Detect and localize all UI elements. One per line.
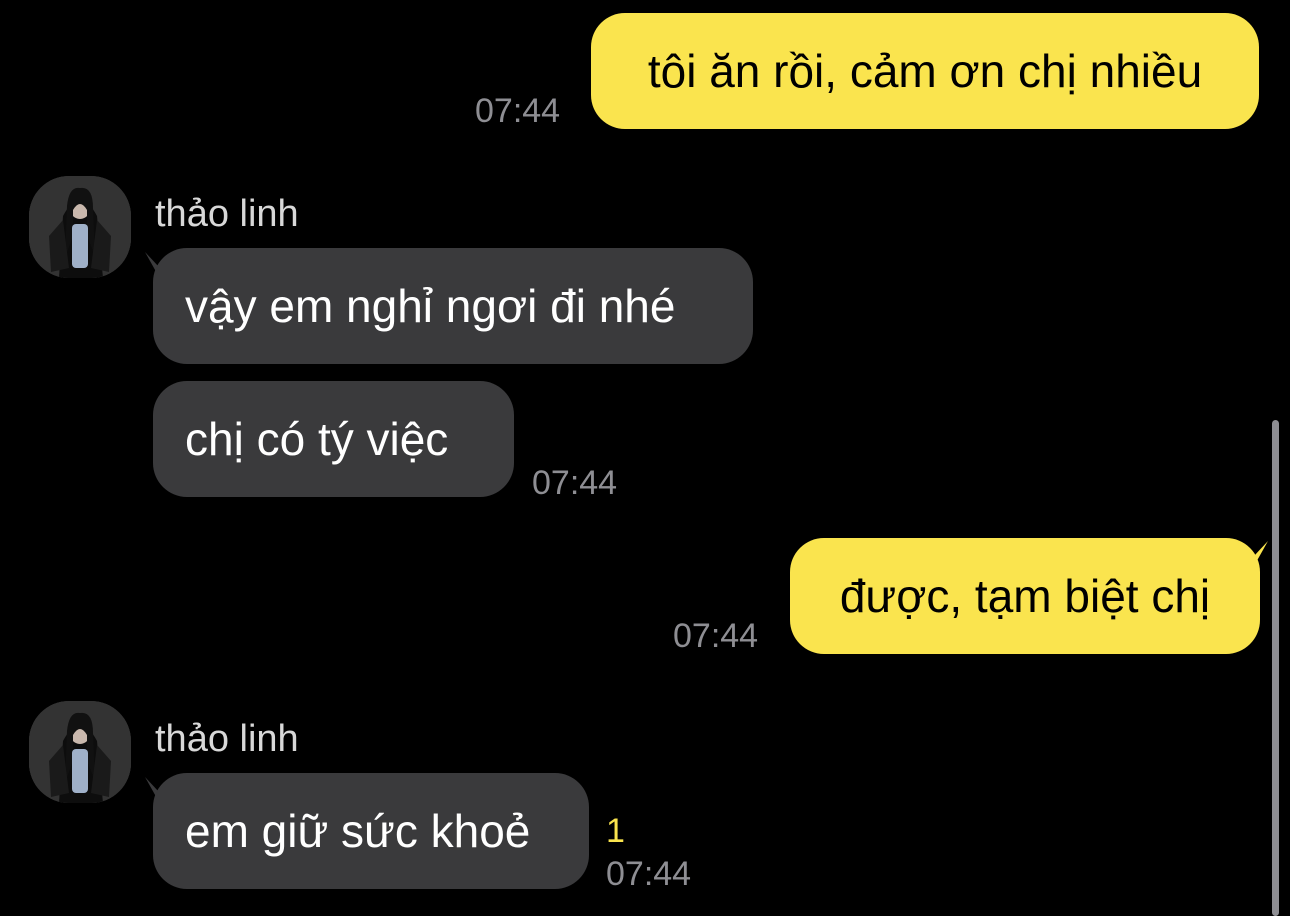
message-timestamp: 07:44: [606, 855, 692, 893]
received-message-bubble[interactable]: vậy em nghỉ ngơi đi nhé: [153, 248, 753, 364]
contact-avatar[interactable]: [29, 176, 131, 278]
avatar-photo-icon: [29, 176, 131, 278]
received-message-bubble[interactable]: chị có tý việc: [153, 381, 514, 497]
message-timestamp: 07:44: [673, 617, 759, 655]
chat-scrollbar[interactable]: [1272, 420, 1279, 916]
sender-name: thảo linh: [155, 718, 299, 760]
unread-count-badge: 1: [606, 812, 625, 850]
sent-message-bubble[interactable]: được, tạm biệt chị: [790, 538, 1260, 654]
contact-avatar[interactable]: [29, 701, 131, 803]
message-text: em giữ sức khoẻ: [185, 805, 531, 857]
sender-name: thảo linh: [155, 193, 299, 235]
message-timestamp: 07:44: [475, 92, 561, 130]
sent-message-bubble[interactable]: tôi ăn rồi, cảm ơn chị nhiều: [591, 13, 1259, 129]
message-text: vậy em nghỉ ngơi đi nhé: [185, 280, 676, 332]
message-text: tôi ăn rồi, cảm ơn chị nhiều: [647, 45, 1203, 97]
received-message-bubble[interactable]: em giữ sức khoẻ: [153, 773, 589, 889]
message-timestamp: 07:44: [532, 464, 618, 502]
avatar-photo-icon: [29, 701, 131, 803]
message-text: chị có tý việc: [185, 413, 449, 465]
message-text: được, tạm biệt chị: [839, 570, 1211, 622]
